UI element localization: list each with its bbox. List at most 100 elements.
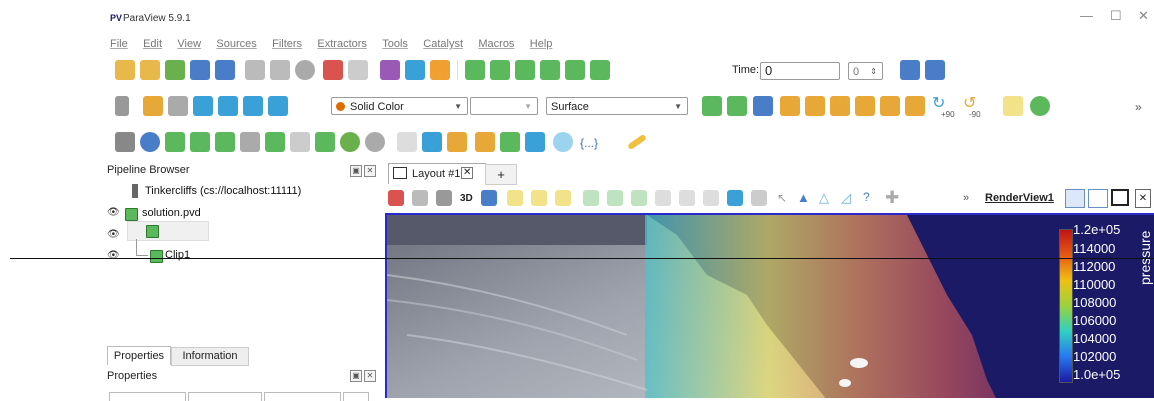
select-cells-icon[interactable] xyxy=(507,190,523,206)
plus-icon[interactable]: ✚ xyxy=(885,188,899,208)
select-block-icon[interactable] xyxy=(583,190,599,206)
tab-information[interactable]: Information xyxy=(171,347,249,366)
camera-link-icon[interactable] xyxy=(481,190,497,206)
apply-button[interactable] xyxy=(109,392,186,401)
tooltip-query-icon[interactable]: ◿ xyxy=(841,190,851,206)
query-icon[interactable]: ? xyxy=(863,190,870,204)
view-plus-y-icon[interactable] xyxy=(830,96,850,116)
zoom-to-data-icon[interactable] xyxy=(900,60,920,80)
component-select[interactable]: ▼ xyxy=(470,97,538,115)
threshold-icon[interactable] xyxy=(215,132,235,152)
rescale-data-icon[interactable] xyxy=(268,96,288,116)
float-panel-icon[interactable]: ▣ xyxy=(350,165,362,177)
menu-catalyst[interactable]: Catalyst xyxy=(423,38,463,50)
open-recent-icon[interactable] xyxy=(140,60,160,80)
zoom-closest-icon[interactable] xyxy=(925,60,945,80)
menu-view[interactable]: View xyxy=(177,38,201,50)
menu-extractors[interactable]: Extractors xyxy=(317,38,367,50)
reset-range-icon[interactable] xyxy=(168,96,188,116)
programmable-filter-icon[interactable]: {...} xyxy=(580,136,598,150)
last-frame-icon[interactable] xyxy=(565,60,585,80)
histogram-icon[interactable] xyxy=(447,132,467,152)
minimize-icon[interactable]: — xyxy=(1080,8,1093,23)
view-minus-z-icon[interactable] xyxy=(905,96,925,116)
render-view[interactable]: 1.2e+05 114000 112000 110000 108000 1060… xyxy=(385,213,1154,398)
open-icon[interactable] xyxy=(115,60,135,80)
eye-icon[interactable]: 👁 xyxy=(107,250,120,261)
color-mode-select[interactable]: Solid Color ▼ xyxy=(331,97,468,115)
rescale-visible-icon[interactable] xyxy=(243,96,263,116)
undo-icon[interactable] xyxy=(323,60,343,80)
render-view-name[interactable]: RenderView1 xyxy=(985,192,1054,204)
shrink-selection-icon[interactable] xyxy=(703,190,719,206)
split-vertical-icon[interactable] xyxy=(1088,189,1108,208)
help-button[interactable] xyxy=(343,392,369,401)
ruler-icon[interactable] xyxy=(627,133,647,151)
hover-points-icon[interactable] xyxy=(631,190,647,206)
close-panel-icon[interactable]: ✕ xyxy=(364,370,376,382)
previous-frame-icon[interactable] xyxy=(490,60,510,80)
clip-icon[interactable] xyxy=(165,132,185,152)
find-data-icon[interactable] xyxy=(405,60,425,80)
redo-icon[interactable] xyxy=(348,60,368,80)
close-icon[interactable]: ✕ xyxy=(1138,8,1149,24)
extract-level-icon[interactable] xyxy=(365,132,385,152)
close-panel-icon[interactable]: ✕ xyxy=(364,165,376,177)
play-icon[interactable] xyxy=(515,60,535,80)
plot-selection-icon[interactable] xyxy=(422,132,442,152)
menu-sources[interactable]: Sources xyxy=(216,38,256,50)
plot-data-icon[interactable] xyxy=(475,132,495,152)
rescale-temporal-icon[interactable] xyxy=(218,96,238,116)
representation-select[interactable]: Surface ▼ xyxy=(546,97,688,115)
python-shell-icon[interactable] xyxy=(380,60,400,80)
loop-icon[interactable] xyxy=(590,60,610,80)
disconnect-icon[interactable] xyxy=(215,60,235,80)
maximize-icon[interactable]: ☐ xyxy=(1110,8,1122,24)
reset-button[interactable] xyxy=(188,392,262,401)
select-points-icon[interactable] xyxy=(531,190,547,206)
select-frustum-icon[interactable] xyxy=(555,190,571,206)
group-datasets-icon[interactable] xyxy=(340,132,360,152)
rescale-custom-icon[interactable] xyxy=(193,96,213,116)
close-tab-icon[interactable]: ✕ xyxy=(461,167,474,179)
edit-color-map-icon[interactable] xyxy=(143,96,163,116)
pick-point-icon[interactable]: ↖ xyxy=(777,191,787,205)
pipeline-server[interactable]: Tinkercliffs (cs://localhost:11111) xyxy=(145,185,301,197)
capture-screenshot-icon[interactable] xyxy=(388,190,404,206)
delete-button[interactable] xyxy=(264,392,341,401)
contour-icon[interactable] xyxy=(140,132,160,152)
tab-properties[interactable]: Properties xyxy=(107,346,171,365)
view-toolbar-overflow-icon[interactable]: » xyxy=(963,192,969,204)
toggle-3d-button[interactable]: 3D xyxy=(460,193,473,204)
menu-edit[interactable]: Edit xyxy=(143,38,162,50)
view-plus-z-icon[interactable] xyxy=(880,96,900,116)
float-panel-icon[interactable]: ▣ xyxy=(350,370,362,382)
pipeline-item-solution[interactable]: solution.pvd xyxy=(142,207,201,219)
center-axes-icon[interactable] xyxy=(1003,96,1023,116)
view-minus-x-icon[interactable] xyxy=(805,96,825,116)
color-palette-icon[interactable] xyxy=(430,60,450,80)
integrate-variables-icon[interactable] xyxy=(500,132,520,152)
auto-apply-icon[interactable] xyxy=(295,60,315,80)
eye-icon[interactable]: 👁 xyxy=(107,229,120,240)
view-minus-y-icon[interactable] xyxy=(855,96,875,116)
maximize-view-icon[interactable] xyxy=(1111,189,1129,206)
snowflake-icon[interactable] xyxy=(553,132,573,152)
reset-center-icon[interactable] xyxy=(1030,96,1050,116)
camera-undo-icon[interactable] xyxy=(436,190,452,206)
calculator-icon[interactable] xyxy=(115,132,135,152)
stream-tracer-icon[interactable] xyxy=(290,132,310,152)
pipeline-item-clip[interactable]: Clip1 xyxy=(165,249,190,261)
glyph-icon[interactable] xyxy=(265,132,285,152)
split-horizontal-icon[interactable] xyxy=(1065,189,1085,208)
capture-preview-icon[interactable] xyxy=(412,190,428,206)
descriptive-statistics-icon[interactable] xyxy=(525,132,545,152)
menu-help[interactable]: Help xyxy=(530,38,553,50)
zoom-to-box-icon[interactable] xyxy=(753,96,773,116)
toolbar-overflow-icon[interactable]: » xyxy=(1135,100,1142,114)
close-view-icon[interactable]: ✕ xyxy=(1135,189,1151,208)
annotation-cells-icon[interactable]: △ xyxy=(819,190,829,206)
hover-cells-icon[interactable] xyxy=(655,190,671,206)
save-data-icon[interactable] xyxy=(165,60,185,80)
toggle-color-legend-icon[interactable] xyxy=(115,96,129,116)
